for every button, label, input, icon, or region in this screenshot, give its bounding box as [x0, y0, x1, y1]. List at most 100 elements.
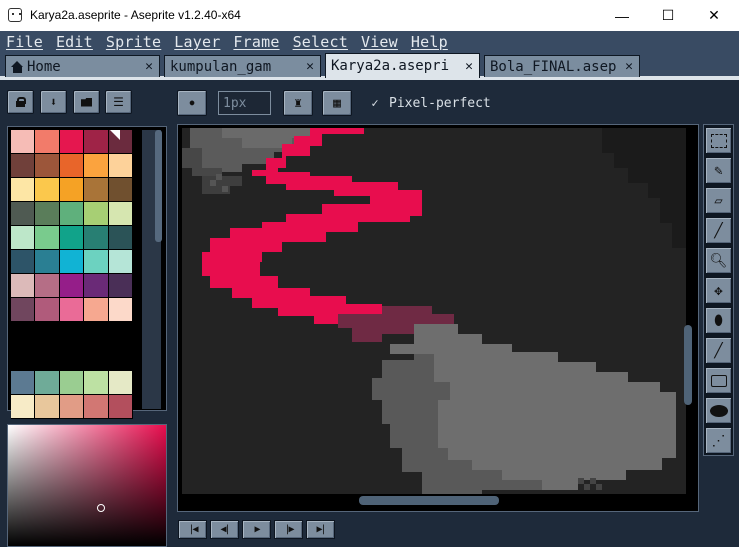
tab-close-icon[interactable]: ✕ — [142, 59, 156, 74]
palette-swatch[interactable] — [11, 298, 36, 322]
canvas-vertical-scrollbar[interactable] — [684, 325, 692, 405]
palette-swatch[interactable] — [84, 226, 109, 250]
menu-edit[interactable]: Edit — [56, 33, 93, 51]
play-button[interactable]: ▶ — [242, 520, 271, 539]
palette-swatch[interactable] — [11, 274, 36, 298]
pixel-perfect-checkbox[interactable]: ✓ — [369, 97, 381, 109]
palette-swatch[interactable] — [11, 395, 36, 419]
palette-swatch[interactable] — [35, 226, 60, 250]
palette-swatch[interactable] — [35, 130, 60, 154]
maximize-button[interactable]: ☐ — [645, 0, 691, 31]
line-tool[interactable]: ╱ — [705, 337, 732, 364]
palette-swatch[interactable] — [84, 371, 109, 395]
previous-frame-button[interactable]: ◀| — [210, 520, 239, 539]
move-tool[interactable]: ✥ — [705, 277, 732, 304]
palette-swatch[interactable] — [11, 154, 36, 178]
palette-swatch[interactable] — [84, 130, 109, 154]
palette-swatch[interactable] — [108, 250, 133, 274]
palette-swatch[interactable] — [11, 371, 36, 395]
minimize-button[interactable]: — — [599, 0, 645, 31]
lock-palette-button[interactable] — [7, 90, 34, 114]
menu-layer[interactable]: Layer — [174, 33, 220, 51]
menu-sprite[interactable]: Sprite — [106, 33, 161, 51]
palette-swatch[interactable] — [108, 178, 133, 202]
contour-tool[interactable] — [705, 397, 732, 424]
palette-swatch[interactable] — [108, 298, 133, 322]
palette-swatch[interactable] — [11, 202, 36, 226]
tab-bola-final[interactable]: Bola_FINAL.asep ✕ — [484, 55, 640, 77]
last-frame-button[interactable]: ▶| — [306, 520, 335, 539]
close-window-button[interactable]: ✕ — [691, 0, 737, 31]
palette-swatch[interactable] — [59, 250, 85, 274]
color-picker-spectrum[interactable] — [7, 424, 167, 547]
tab-kumpulan-gam[interactable]: kumpulan_gam ✕ — [164, 55, 321, 77]
menu-view[interactable]: View — [361, 33, 398, 51]
paint-bucket-tool[interactable]: ⬮ — [705, 307, 732, 334]
ink-type-button[interactable]: ♜ — [283, 90, 313, 116]
palette-swatch[interactable] — [35, 395, 60, 419]
palette-swatch[interactable] — [108, 395, 133, 419]
sort-palette-button[interactable]: ⬇ — [40, 90, 67, 114]
palette-swatch[interactable] — [11, 130, 36, 154]
menu-select[interactable]: Select — [293, 33, 348, 51]
palette-swatch[interactable] — [35, 154, 60, 178]
palette-swatch[interactable] — [59, 371, 85, 395]
palette-swatch[interactable] — [59, 154, 85, 178]
palette-swatch[interactable] — [59, 298, 85, 322]
palette-swatch[interactable] — [59, 274, 85, 298]
palette-swatch[interactable] — [84, 154, 109, 178]
palette-swatch[interactable] — [35, 250, 60, 274]
palette-presets-button[interactable] — [73, 90, 100, 114]
next-frame-button[interactable]: |▶ — [274, 520, 303, 539]
palette-swatch[interactable] — [84, 178, 109, 202]
menu-help[interactable]: Help — [411, 33, 448, 51]
palette-swatch[interactable] — [35, 274, 60, 298]
palette-swatch[interactable] — [35, 202, 60, 226]
eyedropper-tool[interactable]: ╱ — [705, 217, 732, 244]
palette-scrollbar-thumb[interactable] — [155, 130, 162, 242]
palette-swatch[interactable] — [35, 178, 60, 202]
tab-home[interactable]: Home ✕ — [5, 55, 160, 77]
brush-size-field[interactable]: 1px — [218, 91, 271, 115]
palette-options-button[interactable]: ☰ — [105, 90, 132, 114]
palette-swatch[interactable] — [11, 250, 36, 274]
palette-swatch[interactable] — [84, 395, 109, 419]
first-frame-button[interactable]: |◀ — [178, 520, 207, 539]
eraser-tool[interactable]: ▱ — [705, 187, 732, 214]
palette-swatch[interactable] — [59, 130, 85, 154]
zoom-tool[interactable]: 🔍︎ — [705, 247, 732, 274]
palette-swatch[interactable] — [84, 298, 109, 322]
canvas-horizontal-scrollbar[interactable] — [359, 496, 499, 505]
tab-close-icon[interactable]: ✕ — [303, 59, 317, 74]
menu-file[interactable]: File — [6, 33, 43, 51]
palette-swatch[interactable] — [59, 395, 85, 419]
palette-swatch[interactable] — [84, 274, 109, 298]
color-picker-cursor[interactable] — [97, 504, 105, 512]
palette-swatch[interactable] — [84, 202, 109, 226]
palette-swatch[interactable] — [108, 154, 133, 178]
palette-swatch[interactable] — [108, 274, 133, 298]
palette-swatch[interactable] — [11, 178, 36, 202]
brush-type-button[interactable]: ● — [177, 90, 207, 116]
spray-tool[interactable]: ⋰ — [705, 427, 732, 454]
palette-swatches — [11, 130, 134, 322]
palette-swatch[interactable] — [11, 226, 36, 250]
palette-swatch[interactable] — [84, 250, 109, 274]
pencil-tool[interactable]: ✎ — [705, 157, 732, 184]
palette-swatch[interactable] — [35, 298, 60, 322]
sprite-canvas[interactable] — [182, 128, 686, 494]
tab-close-icon[interactable]: ✕ — [622, 59, 636, 74]
tab-close-icon[interactable]: ✕ — [462, 59, 476, 74]
tab-karya2a[interactable]: Karya2a.asepri ✕ — [325, 53, 480, 78]
rectangle-tool[interactable] — [705, 367, 732, 394]
palette-swatch[interactable] — [35, 371, 60, 395]
palette-swatch[interactable] — [59, 226, 85, 250]
marquee-tool[interactable] — [705, 127, 732, 154]
palette-swatch[interactable] — [108, 226, 133, 250]
palette-swatch[interactable] — [59, 202, 85, 226]
pixel-mode-button[interactable]: ▦ — [322, 90, 352, 116]
menu-frame[interactable]: Frame — [233, 33, 279, 51]
palette-swatch[interactable] — [59, 178, 85, 202]
palette-swatch[interactable] — [108, 371, 133, 395]
palette-swatch[interactable] — [108, 202, 133, 226]
